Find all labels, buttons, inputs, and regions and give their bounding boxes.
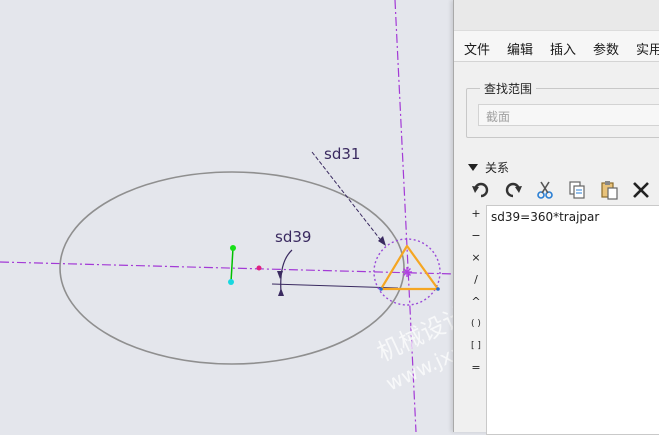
triangle-vertex-right: [436, 287, 440, 291]
undo-button[interactable]: [469, 178, 493, 202]
operator-multiply-button[interactable]: ×: [468, 250, 484, 266]
delete-icon: [633, 182, 649, 198]
cut-button[interactable]: [533, 178, 557, 202]
operator-parentheses-button[interactable]: ( ): [468, 316, 484, 332]
lookup-scope-title: 查找范围: [480, 80, 537, 97]
dimension-sd39-arrow-bottom: [278, 288, 284, 296]
dimension-sd39-baseline: [271, 283, 399, 289]
triangle-vertex-left: [379, 287, 383, 291]
start-point-marker: [230, 247, 234, 283]
undo-icon: [472, 182, 489, 198]
dimension-sd39-label[interactable]: sd39: [275, 228, 311, 246]
ellipse-center-point: [256, 265, 262, 271]
operator-divide-button[interactable]: /: [468, 272, 484, 288]
operator-equals-button[interactable]: =: [468, 360, 484, 376]
menu-insert[interactable]: 插入: [550, 39, 576, 58]
lookup-scope-field[interactable]: 截面: [478, 104, 659, 126]
menu-edit[interactable]: 编辑: [507, 39, 533, 58]
horizontal-centerline[interactable]: [0, 261, 456, 275]
dimension-sd31-label[interactable]: sd31: [324, 145, 360, 163]
relations-section-header[interactable]: 关系: [468, 159, 509, 175]
relations-section-label: 关系: [485, 161, 510, 175]
operator-brackets-button[interactable]: [ ]: [468, 338, 484, 354]
redo-icon: [505, 182, 522, 198]
redo-button[interactable]: [501, 178, 525, 202]
menu-bar: 文件 编辑 插入 参数 实用: [454, 31, 659, 62]
dialog-title-bar[interactable]: [454, 0, 659, 31]
operator-plus-button[interactable]: +: [468, 206, 484, 222]
start-point-dot-cyan: [228, 279, 234, 285]
copy-icon: [569, 181, 585, 199]
collapse-triangle-icon[interactable]: [468, 164, 478, 171]
menu-utilities[interactable]: 实用: [636, 39, 659, 58]
dimension-sd39-arrow-top: [277, 271, 283, 279]
operator-minus-button[interactable]: −: [468, 228, 484, 244]
operator-power-button[interactable]: ^: [468, 294, 484, 310]
cut-icon: [537, 181, 553, 199]
delete-button[interactable]: [629, 178, 653, 202]
dimension-sd31-leader: [311, 151, 384, 244]
paste-button[interactable]: [597, 178, 621, 202]
relations-editor[interactable]: sd39=360*trajpar: [486, 205, 659, 435]
section-origin-icon: [402, 267, 412, 277]
triangle-section[interactable]: [379, 244, 440, 291]
menu-parameters[interactable]: 参数: [593, 39, 619, 58]
copy-button[interactable]: [565, 178, 589, 202]
menu-file[interactable]: 文件: [464, 39, 490, 58]
start-point-dot-green: [230, 245, 236, 251]
relations-dialog: 文件 编辑 插入 参数 实用 查找范围 截面 关系 + − × / ^ ( ) …: [453, 0, 659, 435]
paste-icon: [601, 181, 618, 200]
